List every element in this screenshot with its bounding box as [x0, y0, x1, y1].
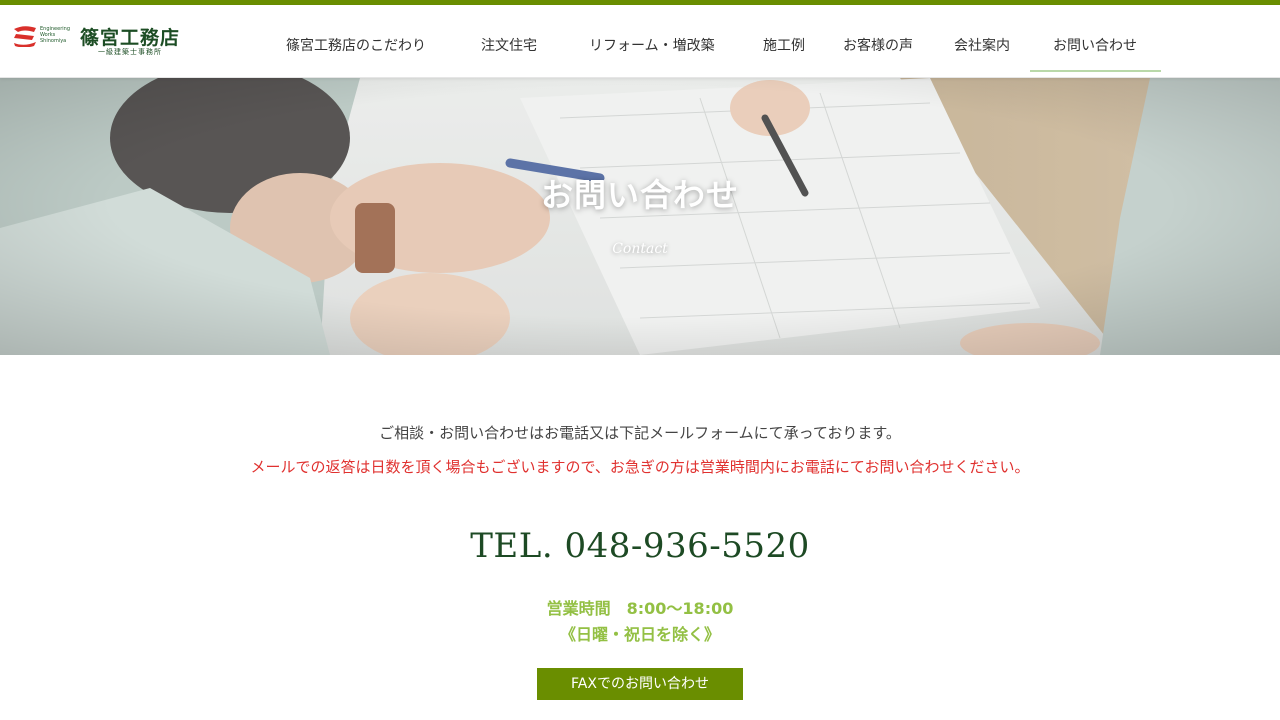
reply-notice-text: メールでの返答は日数を頂く場合もございますので、お急ぎの方は営業時間内にお電話に…	[250, 458, 1030, 476]
nav-item-company[interactable]: 会社案内	[954, 35, 1010, 55]
page-title: お問い合わせ	[540, 176, 739, 214]
nav-item-reform[interactable]: リフォーム・増改築	[589, 35, 715, 55]
nav-item-contact[interactable]: お問い合わせ	[1053, 35, 1137, 55]
site-header: Engineering Works Shinomiya 篠宮工務店 一級建築士事…	[0, 5, 1280, 78]
contact-intro-text: ご相談・お問い合わせはお電話又は下記メールフォームにて承っております。	[379, 424, 901, 442]
main-nav: 篠宮工務店のこだわり 注文住宅 リフォーム・増改築 施工例 お客様の声 会社案内…	[0, 5, 1280, 78]
hero-banner: お問い合わせ Contact	[0, 78, 1280, 355]
business-hours: 営業時間 8:00～18:00	[546, 599, 734, 618]
page-subtitle: Contact	[612, 241, 668, 257]
nav-item-works[interactable]: 施工例	[763, 35, 805, 55]
nav-item-custom-homes[interactable]: 注文住宅	[481, 35, 537, 55]
fax-contact-button[interactable]: FAXでのお問い合わせ	[537, 668, 743, 700]
nav-item-voices[interactable]: お客様の声	[843, 35, 913, 55]
nav-active-indicator	[1030, 70, 1161, 72]
closed-days: 《日曜・祝日を除く》	[559, 625, 720, 644]
phone-number[interactable]: TEL. 048-936-5520	[0, 526, 1280, 566]
nav-item-kodawari[interactable]: 篠宮工務店のこだわり	[286, 35, 426, 55]
hero-background-image	[0, 78, 1280, 355]
